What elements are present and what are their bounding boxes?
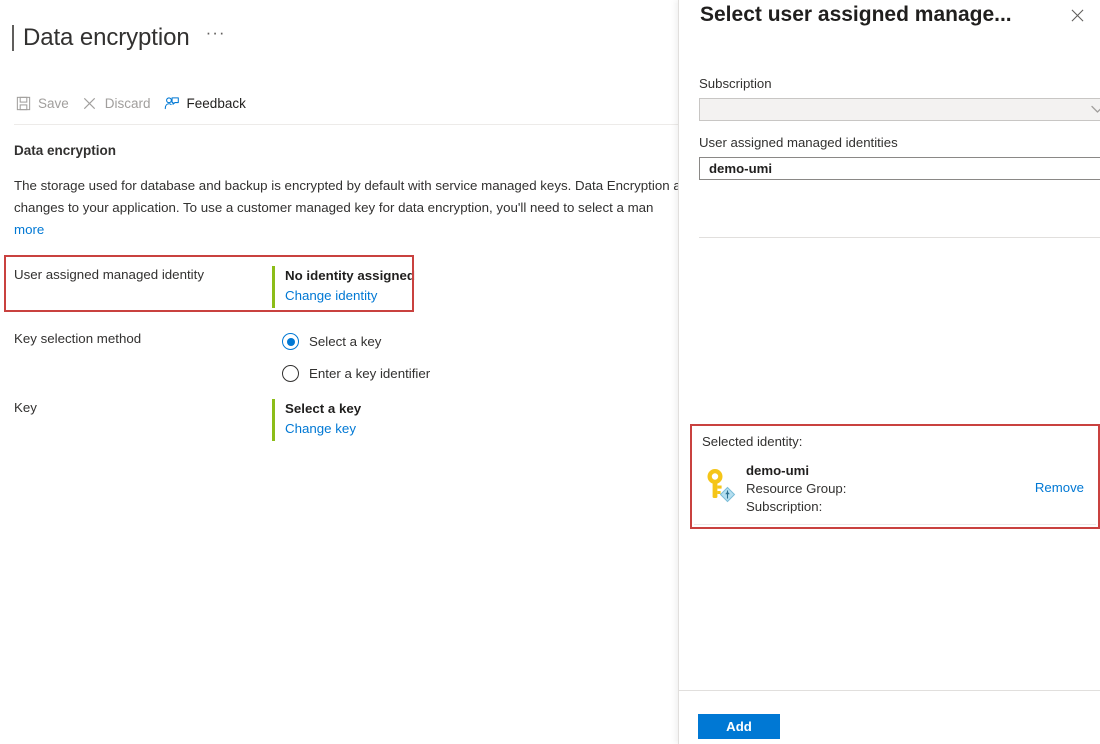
selected-identity-details: demo-umi Resource Group: Subscription: xyxy=(746,462,1035,516)
command-bar: Save Discard Feedback xyxy=(14,88,258,118)
key-selection-method-row: Key selection method Select a key Enter … xyxy=(14,330,430,385)
selected-identity-subscription: Subscription: xyxy=(746,498,1035,516)
section-heading: Data encryption xyxy=(14,143,116,158)
radio-select-a-key-label: Select a key xyxy=(309,334,381,349)
command-bar-divider xyxy=(14,124,678,125)
identity-value-group: No identity assigned Change identity xyxy=(285,266,415,306)
change-identity-link[interactable]: Change identity xyxy=(285,288,377,303)
subscription-label: Subscription xyxy=(699,76,772,91)
subscription-dropdown[interactable] xyxy=(699,98,1100,121)
radio-selected-icon xyxy=(282,333,299,350)
feedback-button-label: Feedback xyxy=(187,96,246,111)
feedback-button[interactable]: Feedback xyxy=(163,89,246,117)
page-title-row: Data encryption ··· xyxy=(12,25,226,51)
key-selection-method-label: Key selection method xyxy=(14,330,272,348)
identities-list-divider xyxy=(699,237,1100,238)
chevron-down-icon xyxy=(1091,105,1100,114)
more-options-button[interactable]: ··· xyxy=(206,26,226,50)
save-button-label: Save xyxy=(38,96,69,111)
selected-identity-item: demo-umi Resource Group: Subscription: R… xyxy=(702,462,1088,516)
selected-identity-card: Selected identity: xyxy=(694,428,1096,525)
radio-select-a-key[interactable]: Select a key xyxy=(282,330,430,353)
user-assigned-identity-label: User assigned managed identity xyxy=(14,266,272,284)
title-accent-bar xyxy=(12,25,14,51)
key-value-group: Select a key Change key xyxy=(285,399,361,439)
section-description: The storage used for database and backup… xyxy=(14,175,678,241)
close-x-icon xyxy=(81,94,99,112)
identities-filter-input[interactable]: demo-umi xyxy=(699,157,1100,180)
key-label: Key xyxy=(14,399,272,417)
radio-unselected-icon xyxy=(282,365,299,382)
selected-identity-highlight-box: Selected identity: xyxy=(690,424,1100,529)
change-key-link[interactable]: Change key xyxy=(285,421,356,436)
panel-header: Select user assigned manage... xyxy=(679,0,1100,52)
learn-more-link[interactable]: more xyxy=(14,222,44,237)
discard-button[interactable]: Discard xyxy=(81,89,151,117)
key-value: Select a key xyxy=(285,399,361,418)
key-accent-bar xyxy=(272,399,275,441)
selected-identity-name: demo-umi xyxy=(746,462,1035,480)
data-encryption-blade: Data encryption ··· Save Discard xyxy=(0,0,678,744)
select-user-assigned-managed-identity-panel: Select user assigned manage... Subscript… xyxy=(678,0,1100,744)
save-icon xyxy=(14,94,32,112)
add-button[interactable]: Add xyxy=(698,714,780,739)
selected-identity-resource-group: Resource Group: xyxy=(746,480,1035,498)
key-method-radio-group: Select a key Enter a key identifier xyxy=(282,330,430,385)
section-description-text: The storage used for database and backup… xyxy=(14,178,678,215)
save-button[interactable]: Save xyxy=(14,89,69,117)
identities-filter-value: demo-umi xyxy=(709,161,772,176)
managed-identity-key-icon xyxy=(702,466,736,504)
discard-button-label: Discard xyxy=(105,96,151,111)
identity-value: No identity assigned xyxy=(285,266,415,285)
feedback-person-icon xyxy=(163,94,181,112)
selected-identity-caption: Selected identity: xyxy=(702,434,802,449)
panel-title: Select user assigned manage... xyxy=(700,0,1012,30)
identity-accent-bar xyxy=(272,266,275,308)
user-assigned-identity-row: User assigned managed identity No identi… xyxy=(14,266,415,308)
panel-footer-divider xyxy=(679,690,1100,691)
key-row: Key Select a key Change key xyxy=(14,399,361,441)
radio-enter-a-key-identifier-label: Enter a key identifier xyxy=(309,366,430,381)
remove-identity-link[interactable]: Remove xyxy=(1035,480,1084,495)
radio-enter-a-key-identifier[interactable]: Enter a key identifier xyxy=(282,362,430,385)
page-title: Data encryption xyxy=(23,25,190,51)
user-assigned-managed-identities-label: User assigned managed identities xyxy=(699,135,898,150)
close-icon[interactable] xyxy=(1062,0,1092,30)
